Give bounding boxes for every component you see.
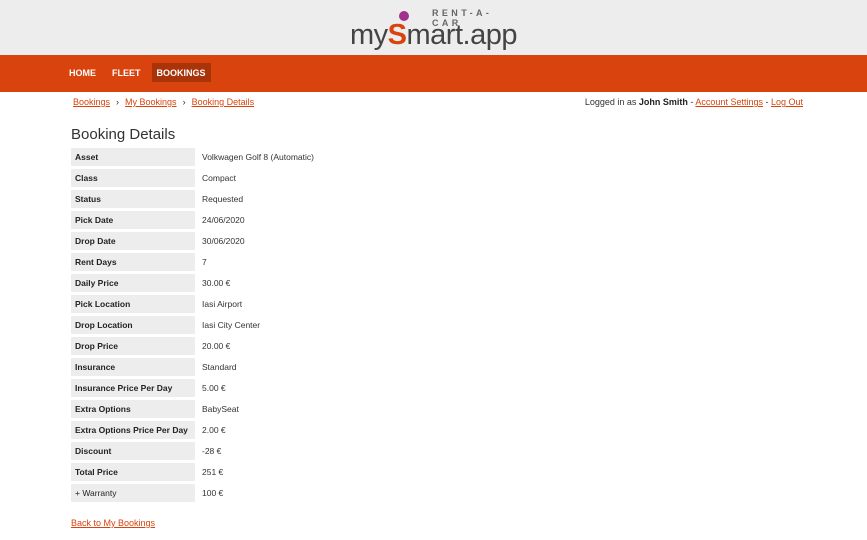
back-link-container: Back to My Bookings (71, 518, 155, 528)
logo-wordmark: mySmart.app (350, 19, 517, 51)
main-navbar: HOME FLEET BOOKINGS (0, 55, 867, 92)
table-row: Pick Location Iasi Airport (71, 295, 314, 313)
detail-label: Class (71, 169, 195, 187)
detail-value: Compact (202, 173, 237, 183)
detail-value: Requested (202, 194, 244, 204)
detail-label: Asset (71, 148, 195, 166)
detail-value: 30/06/2020 (202, 236, 245, 246)
table-row: Status Requested (71, 190, 314, 208)
detail-value: Standard (202, 362, 237, 372)
detail-value: -28 € (202, 446, 222, 456)
detail-label: Drop Date (71, 232, 195, 250)
table-row: Extra Options Price Per Day 2.00 € (71, 421, 314, 439)
nav-fleet[interactable]: FLEET (107, 63, 146, 82)
table-row: Extra Options BabySeat (71, 400, 314, 418)
site-header: RENT-A-CAR mySmart.app (0, 0, 867, 55)
breadcrumb-separator: › (182, 97, 186, 107)
detail-value: Iasi City Center (202, 320, 261, 330)
detail-value: 20.00 € (202, 341, 231, 351)
table-row: Pick Date 24/06/2020 (71, 211, 314, 229)
detail-label: Daily Price (71, 274, 195, 292)
table-row: Daily Price 30.00 € (71, 274, 314, 292)
detail-value: 30.00 € (202, 278, 231, 288)
table-row: Drop Date 30/06/2020 (71, 232, 314, 250)
user-box: Logged in as John Smith - Account Settin… (585, 97, 803, 107)
table-row: Insurance Standard (71, 358, 314, 376)
detail-value: BabySeat (202, 404, 239, 414)
detail-value: 7 (202, 257, 207, 267)
breadcrumb-bookings[interactable]: Bookings (73, 97, 110, 107)
table-row: Discount -28 € (71, 442, 314, 460)
detail-label: Drop Price (71, 337, 195, 355)
breadcrumb: Bookings › My Bookings › Booking Details (73, 97, 254, 107)
site-logo[interactable]: RENT-A-CAR mySmart.app (350, 6, 520, 51)
table-row: Drop Location Iasi City Center (71, 316, 314, 334)
detail-label: Status (71, 190, 195, 208)
detail-value: Volkwagen Golf 8 (Automatic) (202, 152, 314, 162)
detail-label: Total Price (71, 463, 195, 481)
user-name: John Smith (638, 97, 688, 107)
detail-label: Discount (71, 442, 195, 460)
table-row: + Warranty 100 € (71, 484, 314, 502)
detail-value: 251 € (202, 467, 224, 477)
breadcrumb-booking-details[interactable]: Booking Details (192, 97, 255, 107)
detail-value: 100 € (202, 488, 224, 498)
detail-value: Iasi Airport (202, 299, 243, 309)
detail-label: Rent Days (71, 253, 195, 271)
detail-value: 24/06/2020 (202, 215, 245, 225)
nav-bookings[interactable]: BOOKINGS (151, 63, 211, 82)
page-title: Booking Details (71, 126, 176, 143)
detail-label: Drop Location (71, 316, 195, 334)
breadcrumb-my-bookings[interactable]: My Bookings (125, 97, 177, 107)
back-to-my-bookings-link[interactable]: Back to My Bookings (71, 518, 155, 528)
detail-label: + Warranty (71, 484, 195, 502)
table-row: Total Price 251 € (71, 463, 314, 481)
detail-value: 2.00 € (202, 425, 226, 435)
table-row: Insurance Price Per Day 5.00 € (71, 379, 314, 397)
booking-details-table: Asset Volkwagen Golf 8 (Automatic) Class Co… (71, 145, 314, 505)
detail-label: Pick Location (71, 295, 195, 313)
separator-dash: - (762, 97, 771, 107)
account-settings-link[interactable]: Account Settings (695, 97, 763, 107)
table-row: Class Compact (71, 169, 314, 187)
logout-link[interactable]: Log Out (771, 97, 803, 107)
detail-label: Extra Options (71, 400, 195, 418)
main-nav: HOME FLEET BOOKINGS (64, 63, 217, 82)
breadcrumb-separator: › (116, 97, 120, 107)
table-row: Rent Days 7 (71, 253, 314, 271)
logged-in-label: Logged in as (584, 97, 639, 107)
nav-home[interactable]: HOME (64, 63, 101, 82)
table-row: Drop Price 20.00 € (71, 337, 314, 355)
detail-label: Insurance Price Per Day (71, 379, 195, 397)
table-row: Asset Volkwagen Golf 8 (Automatic) (71, 148, 314, 166)
detail-label: Pick Date (71, 211, 195, 229)
detail-value: 5.00 € (202, 383, 226, 393)
detail-label: Extra Options Price Per Day (71, 421, 195, 439)
detail-label: Insurance (71, 358, 195, 376)
